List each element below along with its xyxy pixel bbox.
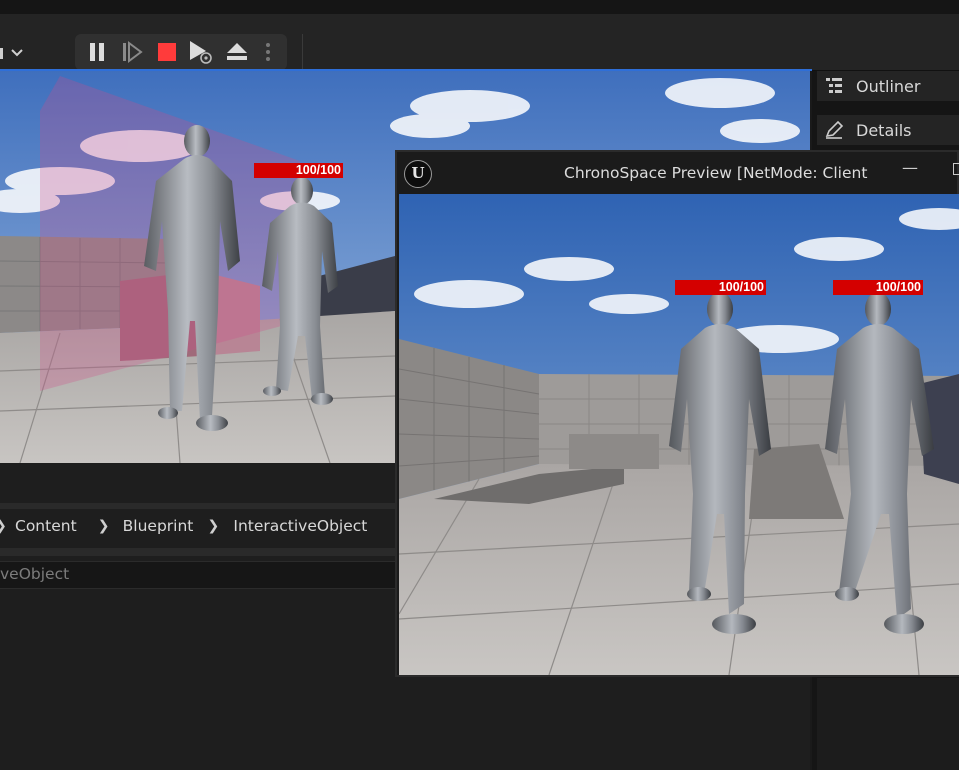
step-forward-icon (123, 41, 143, 63)
tab-outliner[interactable]: Outliner (817, 71, 959, 101)
play-controls (75, 34, 287, 70)
chevron-right-icon: ❯ (0, 518, 8, 534)
dropdown-chevron-icon (0, 48, 23, 59)
toolbar-separator (302, 34, 303, 72)
search-input[interactable]: veObject (0, 561, 395, 589)
breadcrumb-interactiveobject[interactable]: InteractiveObject (233, 517, 367, 535)
preview-window: U ChronoSpace Preview [NetMode: Client 1… (395, 150, 959, 677)
eject-button[interactable] (223, 38, 251, 66)
health-bar-label: 100/100 (254, 163, 343, 178)
tab-details-label: Details (856, 120, 912, 140)
unreal-logo-icon: U (404, 160, 432, 188)
preview-window-titlebar[interactable]: U ChronoSpace Preview [NetMode: Client 1… (397, 152, 959, 194)
pause-button[interactable] (83, 38, 111, 66)
top-menu-strip (0, 0, 959, 14)
mode-selector[interactable] (0, 36, 28, 70)
outliner-icon (826, 78, 842, 93)
breadcrumb-content[interactable]: Content (15, 517, 77, 535)
health-bar-label: 100/100 (833, 280, 923, 295)
minimize-button[interactable]: — (902, 158, 918, 178)
eject-icon (227, 43, 247, 60)
level-editor-toolbar (0, 14, 959, 72)
details-panel-area (817, 678, 959, 770)
preview-window-title: ChronoSpace Preview [NetMode: Client 1 (564, 164, 874, 182)
step-forward-button[interactable] (118, 38, 146, 66)
possess-icon (190, 41, 212, 64)
breadcrumb-blueprint[interactable]: Blueprint (123, 517, 194, 535)
chevron-right-icon: ❯ (207, 518, 220, 534)
stop-button[interactable] (153, 38, 181, 66)
possess-button[interactable] (187, 38, 215, 66)
preview-viewport[interactable]: 100/100 100/100 (399, 194, 959, 675)
tab-details[interactable]: Details (817, 115, 959, 145)
maximize-button[interactable] (953, 163, 959, 175)
search-input-text: veObject (0, 565, 70, 583)
details-icon (825, 121, 844, 139)
content-browser-divider (0, 548, 395, 556)
preview-scene (399, 194, 959, 675)
stop-icon (158, 43, 176, 61)
content-browser-divider (0, 503, 395, 509)
breadcrumb: ❯ Content ❯ Blueprint ❯ InteractiveObjec… (0, 511, 395, 541)
more-options-icon (266, 43, 270, 61)
pause-icon (90, 43, 104, 61)
chevron-right-icon: ❯ (97, 518, 110, 534)
tab-outliner-label: Outliner (856, 76, 921, 96)
health-bar-label: 100/100 (675, 280, 766, 295)
more-options-button[interactable] (258, 38, 278, 66)
